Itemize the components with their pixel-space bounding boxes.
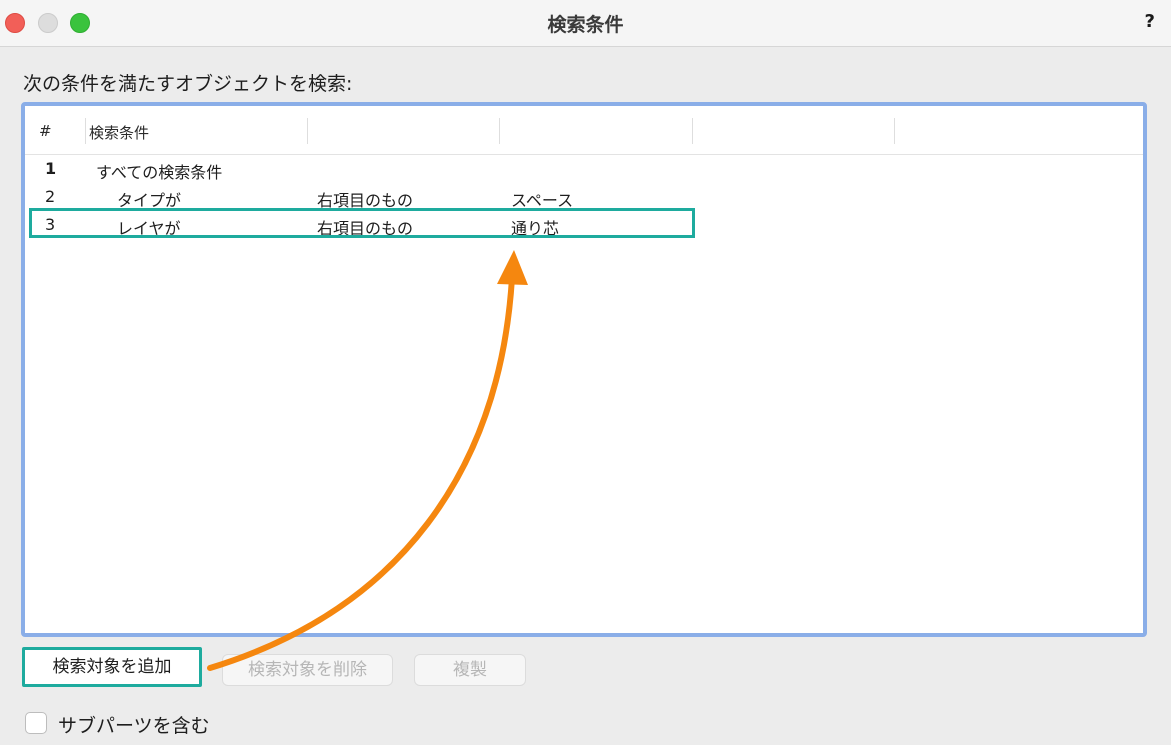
help-button[interactable]: ?: [1145, 11, 1155, 32]
row-number: 2: [45, 187, 56, 206]
duplicate-button[interactable]: 複製: [414, 654, 526, 686]
column-divider: [85, 118, 86, 144]
row-criterion: レイヤが: [117, 219, 181, 238]
include-subparts-checkbox[interactable]: [25, 712, 47, 734]
include-subparts-label: サブパーツを含む: [58, 715, 210, 737]
column-divider: [499, 118, 500, 144]
title-bar: 検索条件 ?: [0, 0, 1171, 47]
table-row[interactable]: 1 すべての検索条件: [25, 156, 1143, 182]
column-divider: [894, 118, 895, 144]
add-search-target-button[interactable]: 検索対象を追加: [22, 647, 202, 687]
row-criterion: すべての検索条件: [96, 163, 223, 182]
table-row-selected[interactable]: 3 レイヤが 右項目のもの 通り芯: [25, 212, 1143, 238]
row-value: 通り芯: [511, 219, 560, 238]
column-header-criterion[interactable]: 検索条件: [89, 122, 149, 143]
row-criterion: タイプが: [117, 191, 182, 210]
column-divider: [307, 118, 308, 144]
criteria-table[interactable]: # 検索条件 1 すべての検索条件 2 タイプが 右項目のもの スペース 3 レ…: [21, 102, 1147, 637]
row-operator: 右項目のもの: [317, 191, 414, 210]
row-number: 3: [45, 215, 56, 234]
row-number: 1: [45, 159, 57, 178]
search-instruction-label: 次の条件を満たすオブジェクトを検索:: [23, 73, 353, 95]
table-row[interactable]: 2 タイプが 右項目のもの スペース: [25, 184, 1143, 210]
table-header: # 検索条件: [25, 106, 1143, 155]
column-divider: [692, 118, 693, 144]
delete-search-target-button[interactable]: 検索対象を削除: [222, 654, 393, 686]
column-header-number[interactable]: #: [39, 122, 52, 140]
row-value: スペース: [511, 191, 574, 210]
window-title: 検索条件: [547, 14, 624, 36]
row-operator: 右項目のもの: [317, 219, 414, 238]
